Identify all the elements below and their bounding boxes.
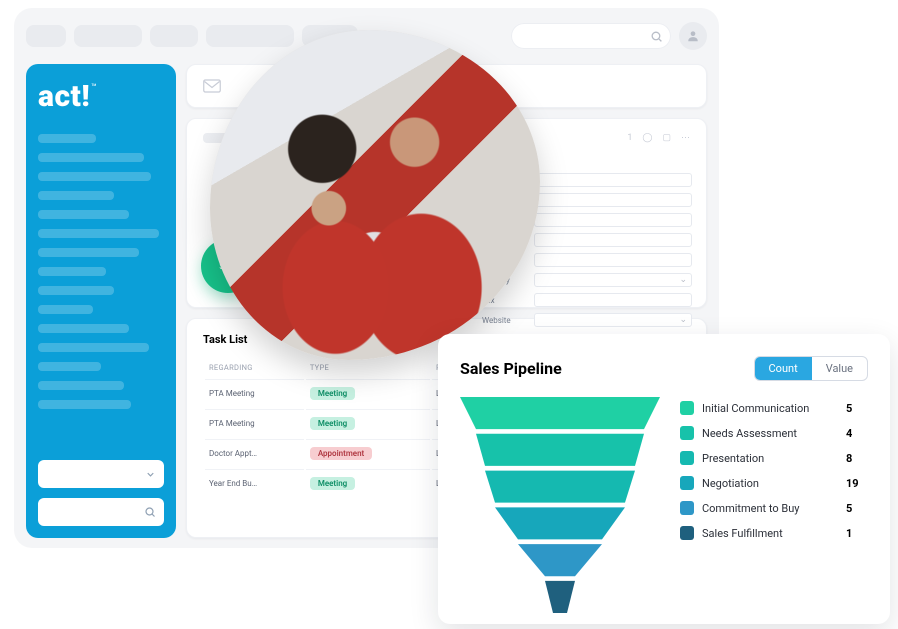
search-icon xyxy=(650,30,663,43)
legend-row[interactable]: Needs Assessment 4 xyxy=(680,426,868,440)
legend-label: Needs Assessment xyxy=(702,427,838,440)
legend-swatch xyxy=(680,476,694,490)
funnel-segment[interactable] xyxy=(485,471,635,503)
address-field[interactable] xyxy=(534,173,692,187)
funnel-segment[interactable] xyxy=(460,397,660,429)
brand-logo: act!™ xyxy=(38,82,164,112)
contact-toolbar: 1 ◯ ▢ ⋯ xyxy=(627,133,690,143)
legend-value: 5 xyxy=(846,502,868,515)
toolbar-icon[interactable]: ⋯ xyxy=(681,133,690,143)
address-field[interactable] xyxy=(534,313,692,327)
user-icon xyxy=(686,29,700,43)
legend-row[interactable]: Initial Communication 5 xyxy=(680,401,868,415)
sidebar-item[interactable] xyxy=(38,343,149,352)
toggle-count[interactable]: Count xyxy=(755,357,812,380)
legend-swatch xyxy=(680,501,694,515)
pipeline-title: Sales Pipeline xyxy=(460,359,562,378)
funnel-segment[interactable] xyxy=(476,434,644,466)
sidebar-item[interactable] xyxy=(38,210,129,219)
legend-value: 4 xyxy=(846,427,868,440)
topbar-placeholder xyxy=(74,25,142,47)
legend-row[interactable]: Negotiation 19 xyxy=(680,476,868,490)
legend-label: Initial Communication xyxy=(702,402,838,415)
sidebar-item[interactable] xyxy=(38,400,131,409)
funnel-segment[interactable] xyxy=(545,581,575,613)
cell-type: Meeting xyxy=(306,379,430,407)
pipeline-legend: Initial Communication5Needs Assessment4P… xyxy=(680,397,868,613)
legend-swatch xyxy=(680,526,694,540)
sidebar-item[interactable] xyxy=(38,229,159,238)
legend-label: Commitment to Buy xyxy=(702,502,838,515)
search-icon xyxy=(144,506,156,518)
legend-row[interactable]: Commitment to Buy 5 xyxy=(680,501,868,515)
legend-swatch xyxy=(680,401,694,415)
cell-regarding: Year End Bu… xyxy=(205,469,304,497)
legend-swatch xyxy=(680,451,694,465)
sidebar-item[interactable] xyxy=(38,172,151,181)
cell-type: Appointment xyxy=(306,439,430,467)
hero-image xyxy=(210,30,540,360)
sidebar-item[interactable] xyxy=(38,191,114,200)
funnel-segment[interactable] xyxy=(495,507,625,539)
record-counter: 1 xyxy=(627,133,632,143)
sales-pipeline-card: Sales Pipeline Count Value Initial Commu… xyxy=(438,334,890,624)
sidebar-item[interactable] xyxy=(38,362,101,371)
topbar-placeholder xyxy=(150,25,198,47)
legend-label: Negotiation xyxy=(702,477,838,490)
toolbar-icon[interactable]: ▢ xyxy=(662,133,671,143)
address-field[interactable] xyxy=(534,293,692,307)
legend-row[interactable]: Sales Fulfillment 1 xyxy=(680,526,868,540)
user-avatar[interactable] xyxy=(679,22,707,50)
legend-value: 5 xyxy=(846,402,868,415)
sidebar-item[interactable] xyxy=(38,305,93,314)
cell-type: Meeting xyxy=(306,409,430,437)
topbar-placeholder xyxy=(26,25,66,47)
cell-regarding: PTA Meeting xyxy=(205,409,304,437)
sidebar-item[interactable] xyxy=(38,153,144,162)
legend-value: 1 xyxy=(846,527,868,540)
toggle-value[interactable]: Value xyxy=(812,357,867,380)
sidebar-item[interactable] xyxy=(38,248,139,257)
sidebar-item[interactable] xyxy=(38,286,114,295)
cell-type: Meeting xyxy=(306,469,430,497)
legend-value: 19 xyxy=(846,477,868,490)
count-value-toggle[interactable]: Count Value xyxy=(754,356,868,381)
cell-regarding: PTA Meeting xyxy=(205,379,304,407)
legend-swatch xyxy=(680,426,694,440)
column-header[interactable]: REGARDING xyxy=(205,358,304,377)
address-field[interactable] xyxy=(534,193,692,207)
sidebar: act!™ xyxy=(26,64,176,538)
legend-label: Presentation xyxy=(702,452,838,465)
address-field[interactable] xyxy=(534,213,692,227)
sidebar-item[interactable] xyxy=(38,381,124,390)
address-field[interactable] xyxy=(534,233,692,247)
legend-row[interactable]: Presentation 8 xyxy=(680,451,868,465)
column-header[interactable]: TYPE xyxy=(306,358,430,377)
toolbar-icon[interactable]: ◯ xyxy=(642,133,652,143)
sidebar-dropdown[interactable] xyxy=(38,460,164,488)
sidebar-item[interactable] xyxy=(38,267,106,276)
legend-value: 8 xyxy=(846,452,868,465)
funnel-chart xyxy=(460,397,660,613)
address-field[interactable] xyxy=(534,253,692,267)
funnel-segment[interactable] xyxy=(518,544,602,576)
sidebar-nav xyxy=(38,134,164,460)
sidebar-search[interactable] xyxy=(38,498,164,526)
chevron-down-icon xyxy=(145,469,156,480)
sidebar-item[interactable] xyxy=(38,134,96,143)
sidebar-item[interactable] xyxy=(38,324,129,333)
legend-label: Sales Fulfillment xyxy=(702,527,838,540)
address-field[interactable] xyxy=(534,273,692,287)
cell-regarding: Doctor Appt… xyxy=(205,439,304,467)
